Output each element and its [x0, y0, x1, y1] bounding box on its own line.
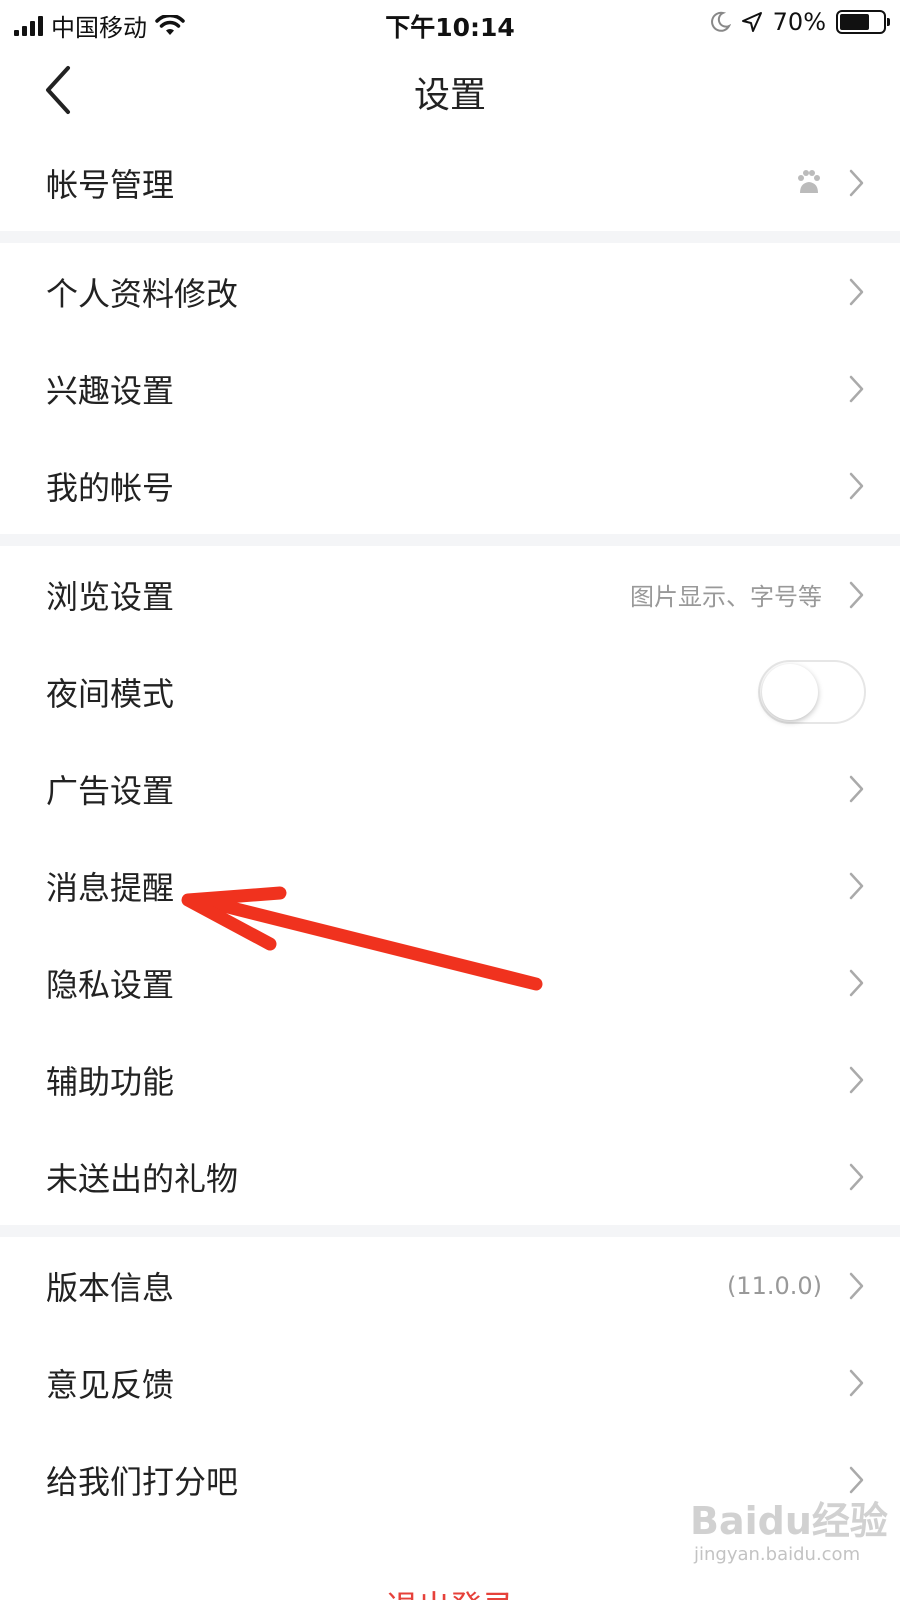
chevron-right-icon [849, 1272, 864, 1299]
settings-row-notification[interactable]: 消息提醒 [0, 837, 900, 934]
settings-row-accessory [846, 934, 866, 1031]
chevron-right-icon [849, 581, 864, 608]
settings-row-interest[interactable]: 兴趣设置 [0, 340, 900, 437]
settings-row-label: 意见反馈 [46, 1365, 175, 1404]
night-mode-toggle[interactable] [758, 659, 866, 724]
status-bar: 中国移动 下午10:14 70% [0, 0, 900, 46]
settings-list: 帐号管理个人资料修改 兴趣设置我的帐号浏览设置 图片显示、字号等夜间模式广告设置消息… [0, 134, 900, 1528]
carrier-name: 中国移动 [51, 14, 147, 42]
settings-row-accessory [846, 243, 866, 340]
status-left: 中国移动 [14, 8, 185, 43]
settings-row-label: 广告设置 [46, 771, 175, 810]
settings-row-label: 兴趣设置 [46, 371, 175, 410]
settings-row-version[interactable]: 版本信息 (11.0.0) [0, 1237, 900, 1334]
settings-row-accessory [846, 740, 866, 837]
wifi-icon [155, 14, 185, 35]
logout-button[interactable]: 退出登录 [0, 1582, 900, 1600]
settings-row-hint: (11.0.0) [726, 1271, 822, 1300]
settings-row-unsent-gifts[interactable]: 未送出的礼物 [0, 1128, 900, 1225]
settings-row-label: 给我们打分吧 [46, 1462, 239, 1501]
settings-row-accessory [846, 437, 866, 534]
location-arrow-icon [741, 12, 762, 32]
settings-row-accessory [794, 134, 866, 231]
chevron-right-icon [849, 472, 864, 499]
chevron-right-icon [849, 278, 864, 305]
cellular-signal-icon [14, 15, 43, 36]
settings-row-accessory: (11.0.0) [727, 1237, 866, 1334]
settings-row-profile-edit[interactable]: 个人资料修改 [0, 243, 900, 340]
status-right: 70% [709, 8, 890, 36]
settings-row-accessory [846, 1334, 866, 1431]
settings-row-accessory [846, 1128, 866, 1225]
settings-row-label: 版本信息 [46, 1268, 175, 1307]
settings-row-label: 帐号管理 [46, 165, 175, 204]
settings-row-rate-us[interactable]: 给我们打分吧 [0, 1431, 900, 1528]
settings-row-label: 夜间模式 [46, 674, 175, 713]
chevron-right-icon [849, 375, 864, 402]
toggle-knob [762, 663, 818, 720]
settings-row-accessibility[interactable]: 辅助功能 [0, 1031, 900, 1128]
settings-row-label: 辅助功能 [46, 1062, 175, 1101]
page-title: 设置 [413, 75, 486, 116]
settings-row-accessory [846, 1031, 866, 1128]
settings-row-label: 个人资料修改 [46, 274, 239, 313]
battery-percent: 70% [772, 8, 826, 36]
logout-section: 退出登录 [0, 1546, 900, 1600]
chevron-right-icon [849, 969, 864, 996]
chevron-right-icon [849, 872, 864, 899]
settings-row-accessory: 图片显示、字号等 [630, 546, 866, 643]
section-separator [0, 534, 900, 546]
chevron-right-icon [849, 1066, 864, 1093]
settings-row-hint: 图片显示、字号等 [630, 583, 822, 611]
battery-icon [836, 10, 890, 34]
chevron-right-icon [849, 775, 864, 802]
moon-icon [710, 11, 731, 32]
chevron-right-icon [849, 1466, 864, 1493]
section-separator [0, 1225, 900, 1237]
chevron-right-icon [849, 169, 864, 196]
settings-row-accessory [846, 340, 866, 437]
settings-row-browse[interactable]: 浏览设置 图片显示、字号等 [0, 546, 900, 643]
settings-row-accessory [758, 643, 866, 740]
settings-row-feedback[interactable]: 意见反馈 [0, 1334, 900, 1431]
settings-row-my-account[interactable]: 我的帐号 [0, 437, 900, 534]
settings-row-label: 隐私设置 [46, 965, 175, 1004]
settings-row-privacy[interactable]: 隐私设置 [0, 934, 900, 1031]
settings-row-night-mode[interactable]: 夜间模式 [0, 643, 900, 740]
settings-row-label: 我的帐号 [46, 468, 175, 507]
settings-row-accessory [846, 837, 866, 934]
settings-row-label: 消息提醒 [46, 868, 175, 907]
settings-row-accessory [846, 1431, 866, 1528]
baidu-paw-icon [798, 169, 820, 193]
chevron-right-icon [849, 1163, 864, 1190]
settings-row-label: 未送出的礼物 [46, 1159, 239, 1198]
settings-row-account-manage[interactable]: 帐号管理 [0, 134, 900, 231]
chevron-right-icon [849, 1369, 864, 1396]
back-button[interactable] [38, 62, 88, 118]
section-separator [0, 231, 900, 243]
settings-row-label: 浏览设置 [46, 577, 175, 616]
nav-bar: 设置 [0, 46, 900, 134]
battery-fill [840, 14, 870, 30]
chevron-left-icon [46, 66, 70, 114]
settings-row-ad[interactable]: 广告设置 [0, 740, 900, 837]
